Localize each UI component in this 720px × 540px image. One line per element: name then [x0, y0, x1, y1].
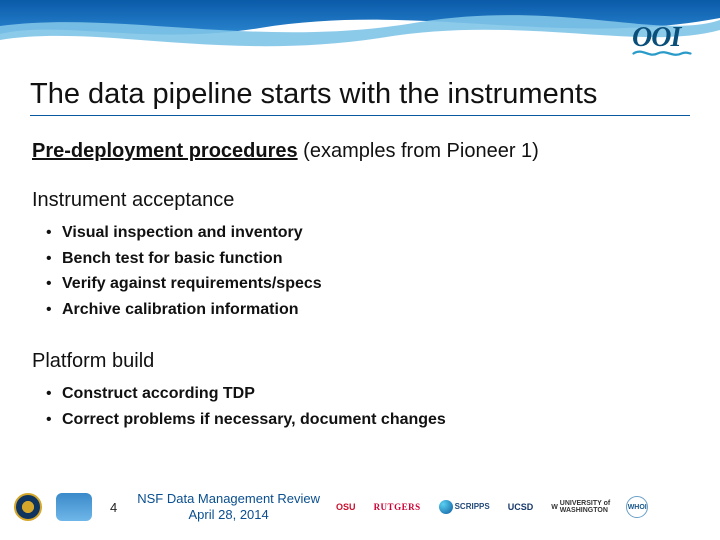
nsf-logo-icon — [14, 493, 42, 521]
whoi-logo: WHOI — [626, 496, 648, 518]
ucsd-logo: UCSD — [506, 496, 536, 518]
osu-logo: OSU — [334, 496, 358, 518]
section-heading-platform: Platform build — [32, 350, 680, 373]
list-item: Visual inspection and inventory — [46, 220, 680, 246]
slide-title: The data pipeline starts with the instru… — [30, 78, 690, 116]
platform-list: Construct according TDP Correct problems… — [46, 381, 680, 432]
uw-logo: W UNIVERSITY ofWASHINGTON — [549, 496, 612, 518]
footer: 4 NSF Data Management Review April 28, 2… — [0, 486, 720, 528]
page-number: 4 — [110, 500, 117, 515]
ooi-logo: OOI — [632, 22, 692, 58]
slide-content: Pre-deployment procedures (examples from… — [32, 140, 680, 461]
footer-review-line2: April 28, 2014 — [137, 507, 320, 523]
subtitle-underlined: Pre-deployment procedures — [32, 140, 298, 162]
ooi-logo-text: OOI — [632, 22, 680, 53]
list-item: Verify against requirements/specs — [46, 271, 680, 297]
list-item: Construct according TDP — [46, 381, 680, 407]
list-item: Correct problems if necessary, document … — [46, 407, 680, 433]
ocean-leadership-logo-icon — [56, 493, 92, 521]
section-heading-acceptance: Instrument acceptance — [32, 189, 680, 212]
rutgers-logo: RUTGERS — [372, 496, 423, 518]
list-item: Bench test for basic function — [46, 246, 680, 272]
subtitle-rest: (examples from Pioneer 1) — [298, 140, 539, 162]
header-wave-graphic — [0, 0, 720, 70]
footer-title: NSF Data Management Review April 28, 201… — [137, 491, 320, 522]
acceptance-list: Visual inspection and inventory Bench te… — [46, 220, 680, 322]
subtitle: Pre-deployment procedures (examples from… — [32, 140, 680, 163]
footer-review-line1: NSF Data Management Review — [137, 491, 320, 507]
scripps-logo: SCRIPPS — [437, 496, 492, 518]
list-item: Archive calibration information — [46, 297, 680, 323]
